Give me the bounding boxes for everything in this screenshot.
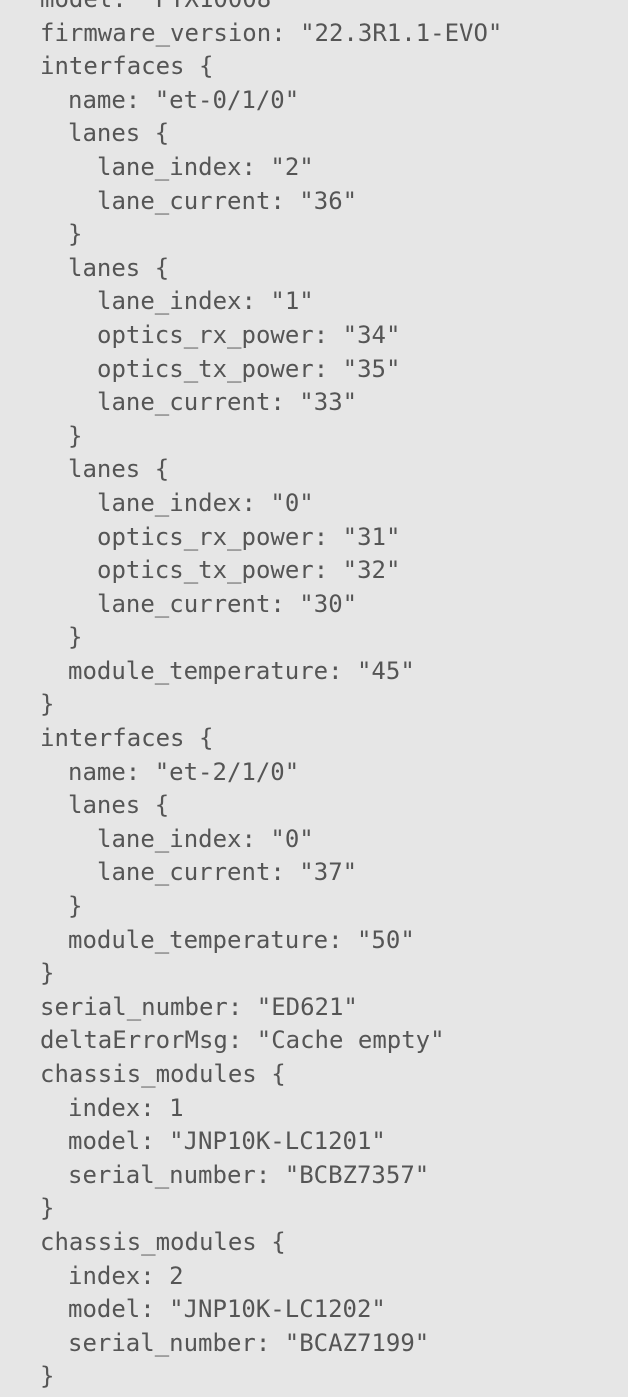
config-line: lane_current: "33" <box>97 388 358 417</box>
config-line: lanes { <box>68 253 170 282</box>
config-line: } <box>68 421 83 450</box>
config-line: } <box>40 690 55 719</box>
config-line: lane_index: "1" <box>97 287 314 316</box>
config-line: chassis_modules { <box>40 1227 286 1256</box>
config-line: lanes { <box>68 791 170 820</box>
config-line: interfaces { <box>40 52 214 81</box>
config-line: name: "et-0/1/0" <box>68 85 300 114</box>
config-text-view[interactable]: model: "PTX10008"firmware_version: "22.3… <box>0 0 628 1397</box>
config-line: } <box>40 1362 55 1391</box>
config-line: } <box>68 220 83 249</box>
config-line: module_temperature: "45" <box>68 656 415 685</box>
config-line: lane_current: "37" <box>97 858 358 887</box>
config-line: } <box>68 623 83 652</box>
config-line: optics_tx_power: "35" <box>97 354 401 383</box>
config-line: index: 1 <box>68 1093 184 1122</box>
config-line: lane_current: "30" <box>97 589 358 618</box>
config-line: index: 2 <box>68 1261 184 1290</box>
config-line: lane_index: "2" <box>97 152 314 181</box>
config-line: name: "et-2/1/0" <box>68 757 300 786</box>
config-line: } <box>40 1194 55 1223</box>
config-line: optics_rx_power: "31" <box>97 522 401 551</box>
config-line: lane_index: "0" <box>97 824 314 853</box>
config-line: module_temperature: "50" <box>68 925 415 954</box>
config-line: } <box>40 959 55 988</box>
config-line: firmware_version: "22.3R1.1-EVO" <box>40 18 503 47</box>
config-line: optics_rx_power: "34" <box>97 320 401 349</box>
config-line: model: "JNP10K-LC1202" <box>68 1295 386 1324</box>
config-line: serial_number: "BCAZ7199" <box>68 1328 430 1357</box>
config-line: } <box>68 892 83 921</box>
config-line: serial_number: "ED621" <box>40 992 358 1021</box>
config-line: serial_number: "BCBZ7357" <box>68 1160 430 1189</box>
config-line: lanes { <box>68 455 170 484</box>
config-line: lane_current: "36" <box>97 186 358 215</box>
config-line: optics_tx_power: "32" <box>97 556 401 585</box>
config-line: lanes { <box>68 119 170 148</box>
config-line: chassis_modules { <box>40 1060 286 1088</box>
config-line: deltaErrorMsg: "Cache empty" <box>40 1026 445 1055</box>
config-line: lane_index: "0" <box>97 488 314 517</box>
config-line: model: "JNP10K-LC1201" <box>68 1127 386 1156</box>
config-line: interfaces { <box>40 724 214 753</box>
config-lines: model: "PTX10008"firmware_version: "22.3… <box>0 0 502 1397</box>
config-line: model: "PTX10008" <box>0 0 502 17</box>
